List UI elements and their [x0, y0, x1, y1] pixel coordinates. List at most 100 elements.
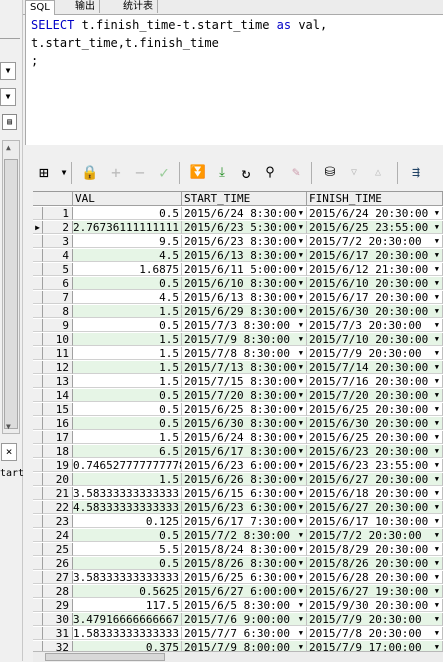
cell-val[interactable]: 0.5 — [73, 403, 182, 416]
cell-val[interactable]: 5.5 — [73, 543, 182, 556]
cell-start-time[interactable]: 2015/6/27 6:00:00 ▼ — [182, 585, 307, 598]
cell-start-time[interactable]: 2015/6/29 8:30:00 ▼ — [182, 305, 307, 318]
cell-val[interactable]: 4.58333333333333 — [73, 501, 182, 514]
table-row[interactable]: 30 3.47916666666667 2015/7/6 9:00:00 ▼ 2015/… — [33, 613, 443, 626]
table-row[interactable]: 11 1.5 2015/7/8 8:30:00 ▼ 2015/7/9 20:30:00 ▼ — [33, 347, 443, 360]
cell-finish-time[interactable]: 2015/6/23 20:30:00 ▼ — [307, 445, 443, 458]
cell-start-time[interactable]: 2015/6/10 8:30:00 ▼ — [182, 277, 307, 290]
cell-start-time[interactable]: 2015/7/7 6:30:00 ▼ — [182, 627, 307, 640]
column-header-finish-time[interactable]: FINISH_TIME — [307, 192, 443, 206]
cell-finish-time[interactable]: 2015/6/30 20:30:00 ▼ — [307, 305, 443, 318]
chevron-down-icon[interactable]: ▼ — [299, 613, 303, 625]
chevron-down-icon[interactable]: ▼ — [299, 403, 303, 415]
add-record-icon[interactable]: + — [105, 161, 127, 185]
chevron-down-icon[interactable]: ▼ — [299, 221, 303, 233]
table-row[interactable]: 9 0.5 2015/7/3 8:30:00 ▼ 2015/7/3 20:30:00 ▼ — [33, 319, 443, 332]
horizontal-scrollbar[interactable] — [33, 651, 443, 662]
export-icon[interactable]: ⛁ — [319, 161, 341, 185]
chevron-down-icon[interactable]: ▼ — [435, 431, 439, 443]
table-row[interactable]: 17 1.5 2015/6/24 8:30:00 ▼ 2015/6/25 20:30:0… — [33, 431, 443, 444]
chevron-down-icon[interactable]: ▼ — [299, 249, 303, 261]
chevron-down-icon[interactable]: ▼ — [299, 599, 303, 611]
left-scroll-thumb[interactable] — [4, 159, 18, 429]
chevron-down-icon[interactable]: ▼ — [435, 249, 439, 261]
table-row[interactable]: 24 0.5 2015/7/2 8:30:00 ▼ 2015/7/2 20:30:00 ▼ — [33, 529, 443, 542]
cell-start-time[interactable]: 2015/7/6 9:00:00 ▼ — [182, 613, 307, 626]
table-row[interactable]: 25 5.5 2015/8/24 8:30:00 ▼ 2015/8/29 20:30:0… — [33, 543, 443, 556]
cell-start-time[interactable]: 2015/6/25 6:30:00 ▼ — [182, 571, 307, 584]
table-row[interactable]: 18 6.5 2015/6/17 8:30:00 ▼ 2015/6/23 20:30:0… — [33, 445, 443, 458]
delete-record-icon[interactable]: − — [129, 161, 151, 185]
cell-val[interactable]: 0.746527777777778 — [73, 459, 182, 472]
cell-finish-time[interactable]: 2015/7/14 20:30:00 ▼ — [307, 361, 443, 374]
cell-start-time[interactable]: 2015/6/17 7:30:00 ▼ — [182, 515, 307, 528]
chevron-down-icon[interactable]: ▼ — [299, 431, 303, 443]
chevron-down-icon[interactable]: ▼ — [299, 459, 303, 471]
chevron-down-icon[interactable]: ▼ — [299, 417, 303, 429]
chevron-down-icon[interactable]: ▼ — [299, 571, 303, 583]
left-scrollbar[interactable]: ▲ ▼ — [2, 140, 20, 434]
chevron-down-icon[interactable]: ▼ — [435, 403, 439, 415]
chevron-down-icon[interactable]: ▼ — [299, 473, 303, 485]
cell-finish-time[interactable]: 2015/6/17 20:30:00 ▼ — [307, 291, 443, 304]
cell-val[interactable]: 1.5 — [73, 473, 182, 486]
cell-finish-time[interactable]: 2015/7/16 20:30:00 ▼ — [307, 375, 443, 388]
chevron-down-icon[interactable]: ▼ — [299, 487, 303, 499]
chevron-down-icon[interactable]: ▼ — [435, 277, 439, 289]
fetch-next-icon[interactable]: ⏬ — [187, 161, 209, 185]
cell-start-time[interactable]: 2015/6/23 6:30:00 ▼ — [182, 501, 307, 514]
chevron-down-icon[interactable]: ▼ — [435, 613, 439, 625]
cell-start-time[interactable]: 2015/6/17 8:30:00 ▼ — [182, 445, 307, 458]
chevron-down-icon[interactable]: ▼ — [435, 207, 439, 219]
table-row[interactable]: 5 1.6875 2015/6/11 5:00:00 ▼ 2015/6/12 21:30… — [33, 263, 443, 276]
cell-finish-time[interactable]: 2015/6/17 10:30:00 ▼ — [307, 515, 443, 528]
chevron-down-icon[interactable]: ▼ — [299, 585, 303, 597]
left-dropdown-2[interactable]: ▼ — [0, 88, 16, 106]
tab-output[interactable]: 输出 — [71, 0, 100, 13]
cell-val[interactable]: 1.5 — [73, 347, 182, 360]
chevron-down-icon[interactable]: ▼ — [435, 263, 439, 275]
cell-finish-time[interactable]: 2015/6/27 20:30:00 ▼ — [307, 501, 443, 514]
refresh-icon[interactable]: ↻ — [235, 161, 257, 185]
chevron-down-icon[interactable]: ▼ — [435, 389, 439, 401]
chevron-down-icon[interactable]: ▼ — [435, 585, 439, 597]
table-row[interactable]: 28 0.5625 2015/6/27 6:00:00 ▼ 2015/6/27 19:3… — [33, 585, 443, 598]
cell-val[interactable]: 3.58333333333333 — [73, 571, 182, 584]
cell-val[interactable]: 3.58333333333333 — [73, 487, 182, 500]
cell-finish-time[interactable]: 2015/7/2 20:30:00 ▼ — [307, 235, 443, 248]
chevron-down-icon[interactable]: ▼ — [299, 291, 303, 303]
chevron-down-icon[interactable]: ▼ — [299, 543, 303, 555]
lock-icon[interactable]: 🔒 — [79, 161, 101, 185]
table-row[interactable]: 27 3.58333333333333 2015/6/25 6:30:00 ▼ 2015… — [33, 571, 443, 584]
chevron-down-icon[interactable]: ▼ — [435, 221, 439, 233]
cell-start-time[interactable]: 2015/8/24 8:30:00 ▼ — [182, 543, 307, 556]
chevron-down-icon[interactable]: ▼ — [299, 375, 303, 387]
chevron-down-icon[interactable]: ▼ — [299, 529, 303, 541]
cell-start-time[interactable]: 2015/6/24 8:30:00 ▼ — [182, 207, 307, 220]
table-row[interactable]: 22 4.58333333333333 2015/6/23 6:30:00 ▼ 2015… — [33, 501, 443, 514]
cell-val[interactable]: 1.58333333333333 — [73, 627, 182, 640]
chevron-down-icon[interactable]: ▼ — [299, 515, 303, 527]
cell-finish-time[interactable]: 2015/8/29 20:30:00 ▼ — [307, 543, 443, 556]
cell-val[interactable]: 0.5 — [73, 389, 182, 402]
cell-val[interactable]: 0.125 — [73, 515, 182, 528]
cell-val[interactable]: 4.5 — [73, 291, 182, 304]
chevron-down-icon[interactable]: ▼ — [435, 235, 439, 247]
table-row[interactable]: 23 0.125 2015/6/17 7:30:00 ▼ 2015/6/17 10:30… — [33, 515, 443, 528]
find-icon[interactable]: ⚲ — [259, 161, 281, 185]
column-header-start-time[interactable]: START_TIME — [182, 192, 307, 206]
cell-val[interactable]: 0.5 — [73, 277, 182, 290]
chevron-down-icon[interactable]: ▼ — [299, 501, 303, 513]
cell-val[interactable]: 0.5 — [73, 319, 182, 332]
cell-val[interactable]: 1.5 — [73, 333, 182, 346]
tab-statistics[interactable]: 统计表 — [119, 0, 158, 13]
horizontal-scroll-thumb[interactable] — [45, 653, 165, 661]
chevron-down-icon[interactable]: ▼ — [299, 333, 303, 345]
chevron-down-icon[interactable]: ▼ — [435, 473, 439, 485]
chevron-down-icon[interactable]: ▼ — [435, 305, 439, 317]
cell-start-time[interactable]: 2015/6/26 8:30:00 ▼ — [182, 473, 307, 486]
cell-val[interactable]: 0.5 — [73, 207, 182, 220]
cell-start-time[interactable]: 2015/6/24 8:30:00 ▼ — [182, 431, 307, 444]
table-row[interactable]: 21 3.58333333333333 2015/6/15 6:30:00 ▼ 2015… — [33, 487, 443, 500]
cell-finish-time[interactable]: 2015/8/26 20:30:00 ▼ — [307, 557, 443, 570]
